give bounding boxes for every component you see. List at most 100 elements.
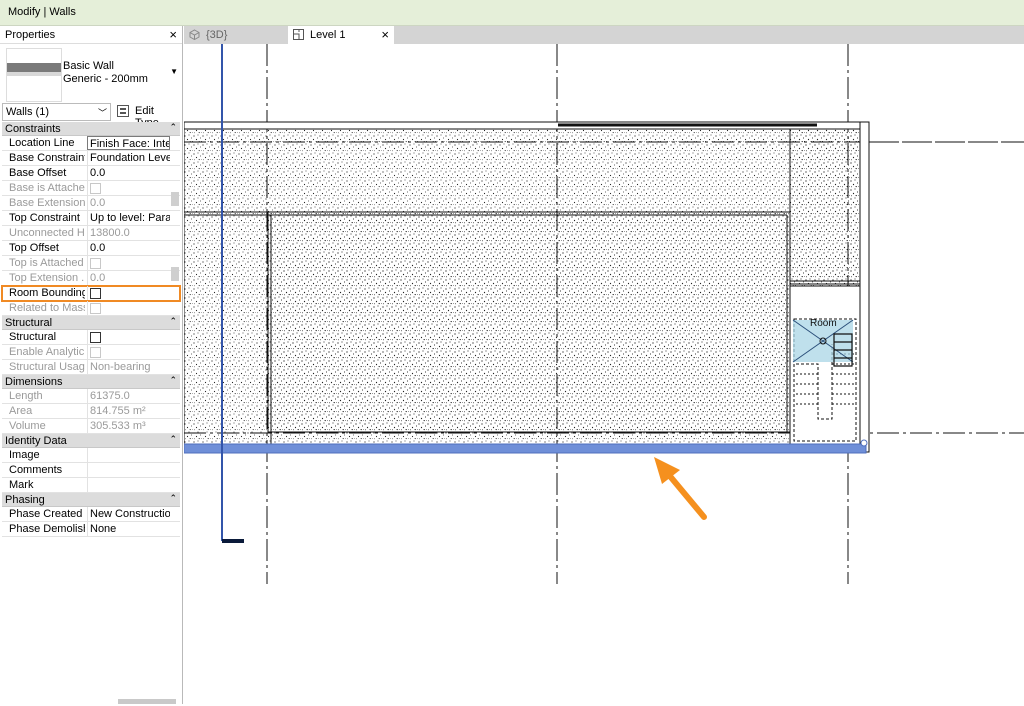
room-bounding-checkbox[interactable] [90, 288, 101, 299]
selected-wall[interactable] [184, 443, 867, 454]
prop-value[interactable] [87, 448, 170, 462]
prop-value [87, 181, 170, 195]
properties-grid: Constraints ⌃ Location Line Finish Face:… [1, 122, 181, 537]
structural-checkbox[interactable] [90, 332, 101, 343]
prop-key: Base Extension ... [9, 197, 85, 209]
wall-type-preview [6, 48, 62, 102]
type-family: Basic Wall [63, 60, 114, 72]
prop-value [87, 256, 170, 270]
prop-key: Base is Attached [9, 182, 85, 194]
prop-row-length: Length 61375.0 [2, 389, 180, 404]
type-selector[interactable]: Basic Wall Generic - 200mm ▼ [2, 45, 182, 102]
prop-value[interactable] [87, 286, 170, 300]
prop-value: 814.755 m² [87, 404, 170, 418]
section-title: Phasing [5, 494, 45, 506]
checkbox [90, 347, 101, 358]
prop-value[interactable] [87, 330, 170, 344]
prop-key: Top is Attached [9, 257, 84, 269]
prop-value: Non-bearing [87, 360, 170, 374]
prop-value [87, 345, 170, 359]
section-identity-data[interactable]: Identity Data ⌃ [2, 434, 180, 448]
prop-value[interactable] [87, 478, 170, 492]
prop-key: Top Extension ... [9, 272, 85, 284]
prop-value[interactable]: Foundation Level [87, 151, 170, 165]
prop-value: 0.0 [87, 271, 170, 285]
type-name: Basic Wall Generic - 200mm [63, 60, 148, 86]
prop-row-related-to-mass: Related to Mass [2, 301, 180, 316]
prop-row-area: Area 814.755 m² [2, 404, 180, 419]
type-name-label: Generic - 200mm [63, 73, 148, 85]
window-title: Modify | Walls [8, 6, 76, 18]
prop-value[interactable] [87, 463, 170, 477]
prop-row-mark[interactable]: Mark [2, 478, 180, 493]
prop-row-base-attached: Base is Attached [2, 181, 180, 196]
tab-3d[interactable]: {3D} [184, 26, 286, 44]
prop-value[interactable]: 0.0 [87, 166, 170, 180]
prop-key: Phase Created [9, 508, 83, 520]
prop-value[interactable]: 0.0 [87, 241, 170, 255]
prop-value-input[interactable]: Finish Face: Inte [87, 136, 170, 150]
prop-value: 13800.0 [87, 226, 170, 240]
section-structural[interactable]: Structural ⌃ [2, 316, 180, 330]
prop-row-comments[interactable]: Comments [2, 463, 180, 478]
prop-row-phase-demolished[interactable]: Phase Demolish... None [2, 522, 180, 537]
prop-key: Phase Demolish... [9, 523, 85, 535]
prop-key: Base Constraint [9, 152, 85, 164]
prop-value[interactable]: Up to level: Para... [87, 211, 170, 225]
3d-view-icon [189, 29, 200, 40]
checkbox [90, 183, 101, 194]
prop-value: 61375.0 [87, 389, 170, 403]
section-title: Structural [5, 317, 53, 329]
dropdown-arrow-icon[interactable]: ▼ [170, 67, 178, 76]
drawing-canvas[interactable]: Room [184, 44, 1024, 704]
tab-level-1[interactable]: Level 1 × [288, 26, 394, 44]
prop-row-structural-usage: Structural Usage Non-bearing [2, 360, 180, 375]
prop-row-location-line[interactable]: Location Line Finish Face: Inte [2, 136, 180, 151]
wall-end-grip[interactable] [860, 439, 868, 447]
prop-row-base-extension: Base Extension ... 0.0 [2, 196, 180, 211]
prop-row-base-offset[interactable]: Base Offset 0.0 [2, 166, 180, 181]
prop-value[interactable]: New Construction [87, 507, 170, 521]
prop-key: Volume [9, 420, 46, 432]
tab-label: Level 1 [310, 29, 346, 41]
section-dimensions[interactable]: Dimensions ⌃ [2, 375, 180, 389]
prop-key: Room Bounding [9, 287, 85, 299]
prop-row-top-offset[interactable]: Top Offset 0.0 [2, 241, 180, 256]
prop-key: Related to Mass [9, 302, 85, 314]
checkbox [90, 303, 101, 314]
properties-header: Properties × [0, 26, 182, 44]
prop-row-top-extension: Top Extension ... 0.0 [2, 271, 180, 286]
prop-key: Image [9, 449, 40, 461]
walls[interactable]: Room [184, 121, 1024, 453]
tab-label: {3D} [206, 29, 228, 41]
horizontal-scrollbar[interactable] [118, 699, 176, 704]
edit-type-button[interactable]: Edit Type [116, 103, 180, 129]
edit-type-icon [117, 105, 129, 117]
section-title: Identity Data [5, 435, 67, 447]
prop-row-base-constraint[interactable]: Base Constraint Foundation Level [2, 151, 180, 166]
prop-value[interactable]: None [87, 522, 170, 536]
section-phasing[interactable]: Phasing ⌃ [2, 493, 180, 507]
properties-scrollbar[interactable] [170, 166, 180, 706]
section-title: Dimensions [5, 376, 63, 388]
chevron-down-icon: ﹀ [97, 108, 107, 118]
prop-key: Comments [9, 464, 63, 476]
checkbox [90, 258, 101, 269]
title-bar: Modify | Walls [0, 0, 1024, 26]
section-head[interactable] [222, 539, 244, 543]
collapse-icon[interactable]: ⌃ [169, 122, 177, 133]
section-constraints[interactable]: Constraints ⌃ [2, 122, 180, 136]
prop-row-image[interactable]: Image [2, 448, 180, 463]
prop-row-structural[interactable]: Structural [2, 330, 180, 345]
prop-value: 305.533 m³ [87, 419, 170, 433]
prop-row-room-bounding[interactable]: Room Bounding [1, 285, 181, 302]
prop-key: Structural [9, 331, 57, 343]
close-icon[interactable]: × [381, 27, 389, 42]
close-icon[interactable]: × [169, 27, 177, 42]
prop-row-phase-created[interactable]: Phase Created New Construction [2, 507, 180, 522]
prop-key: Structural Usage [9, 361, 85, 373]
prop-row-top-attached: Top is Attached [2, 256, 180, 271]
instance-filter-select[interactable]: Walls (1) ﹀ [2, 103, 111, 121]
prop-row-top-constraint[interactable]: Top Constraint Up to level: Para... [2, 211, 180, 226]
prop-key: Top Offset [9, 242, 59, 254]
